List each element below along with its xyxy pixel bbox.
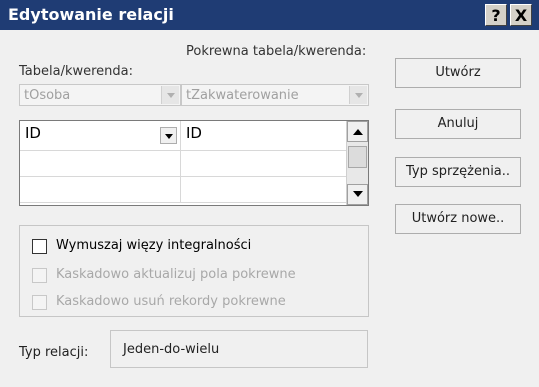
table-select[interactable]: tOsoba [19,84,181,106]
cascade-update-checkbox[interactable] [32,268,47,283]
grid-cell-right[interactable] [181,177,348,203]
table-select-value: tOsoba [24,88,71,103]
grid-cell-left[interactable] [20,151,181,177]
chevron-down-icon[interactable] [349,86,367,104]
create-button[interactable]: Utwórz [395,58,521,88]
scroll-thumb[interactable] [348,146,367,168]
relationship-type-value: Jeden-do-wielu [110,330,368,368]
create-new-button[interactable]: Utwórz nowe.. [395,204,521,234]
integrity-options-group: Wymuszaj więzy integralności Kaskadowo a… [19,225,369,317]
table-label: Tabela/kwerenda: [19,64,134,79]
grid-cell-right[interactable] [181,151,348,177]
cascade-update-label: Kaskadowo aktualizuj pola pokrewne [56,267,296,282]
chevron-down-icon[interactable] [161,86,179,104]
related-table-select[interactable]: tZakwaterowanie [181,84,369,106]
scroll-up-icon[interactable] [347,121,368,142]
grid-cell-right[interactable]: ID [181,121,348,151]
help-button[interactable]: ? [485,4,507,26]
enforce-integrity-label: Wymuszaj więzy integralności [56,238,252,253]
related-table-select-value: tZakwaterowanie [186,88,299,103]
cascade-delete-label: Kaskadowo usuń rekordy pokrewne [56,294,286,309]
related-table-label: Pokrewna tabela/kwerenda: [186,44,367,59]
title-bar: Edytowanie relacji ? X [0,0,539,30]
cascade-delete-checkbox[interactable] [32,295,47,310]
grid-scrollbar[interactable] [346,121,368,205]
field-dropdown-icon[interactable] [160,127,177,144]
relationship-type-label: Typ relacji: [19,345,89,360]
enforce-integrity-checkbox[interactable] [32,239,47,254]
field-mapping-grid: ID ID [19,120,369,206]
scroll-down-icon[interactable] [347,184,368,205]
grid-cell-text: ID [25,124,41,142]
dialog-title: Edytowanie relacji [8,5,174,24]
grid-cell-left[interactable] [20,177,181,203]
cancel-button[interactable]: Anuluj [395,109,521,139]
edit-relationships-dialog: Edytowanie relacji ? X Pokrewna tabela/k… [0,0,539,387]
close-button[interactable]: X [510,4,532,26]
grid-cell-left[interactable]: ID [20,121,181,151]
grid-cell-text: ID [186,124,202,142]
join-type-button[interactable]: Typ sprzężenia.. [395,157,521,187]
